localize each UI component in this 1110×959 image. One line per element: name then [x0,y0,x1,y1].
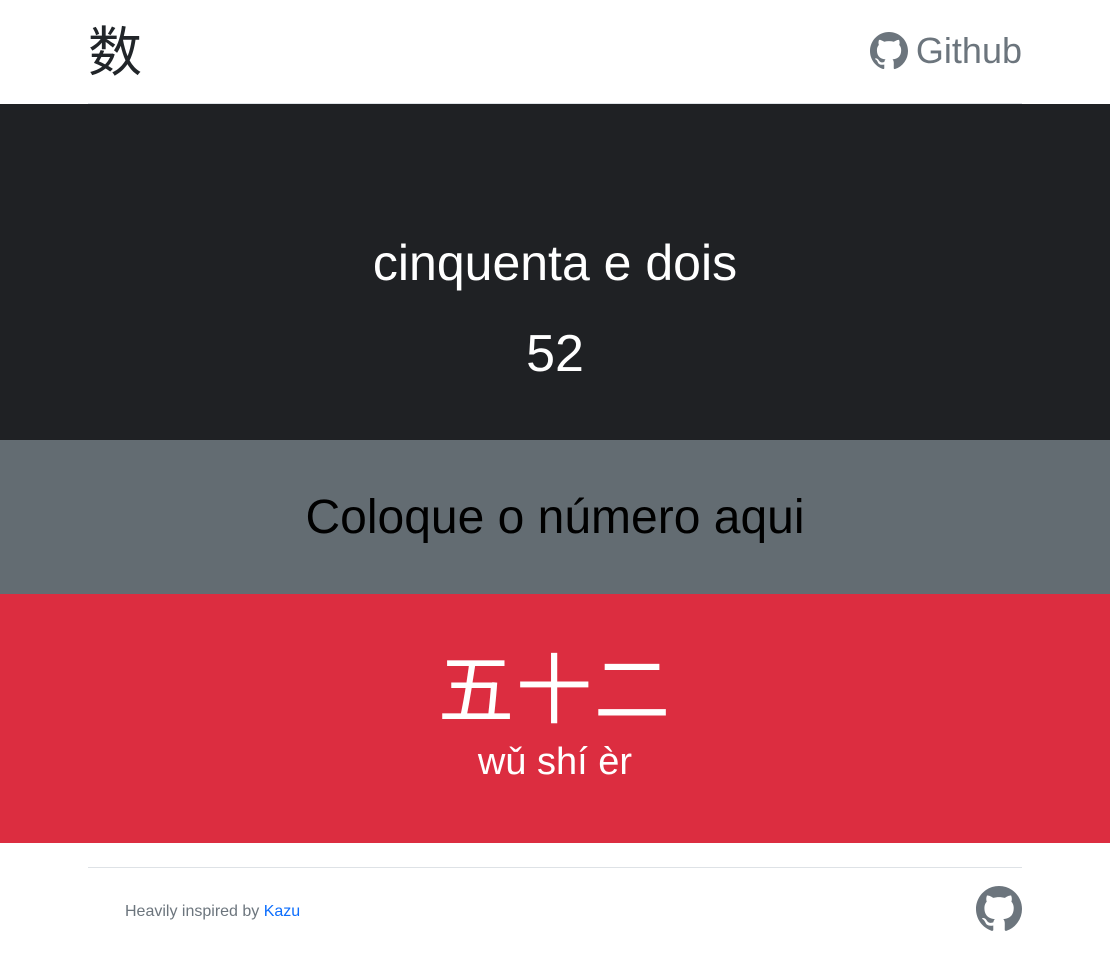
chinese-result-section: 五十二 wǔ shí èr [0,594,1110,843]
github-icon [976,886,1022,936]
github-link-label: Github [915,29,1022,71]
pinyin: wǔ shí èr [477,741,633,783]
footer-credit-text: Heavily inspired by [125,902,260,920]
header-bar: 数 Github [88,0,1022,104]
footer-github-link[interactable] [976,886,1022,937]
brand-logo[interactable]: 数 [88,25,142,80]
footer-credit: Heavily inspired by Kazu [125,903,300,921]
chinese-characters: 五十二 [438,646,672,735]
kazu-link[interactable]: Kazu [264,903,300,920]
header: 数 Github [0,0,1110,104]
number-input[interactable] [0,488,1110,546]
number-display-section: cinquenta e dois 52 [0,104,1110,440]
number-value: 52 [526,325,584,383]
github-link[interactable]: Github [869,29,1022,72]
input-section [0,440,1110,594]
footer: Heavily inspired by Kazu [0,843,1110,959]
footer-bar: Heavily inspired by Kazu [88,867,1022,935]
github-icon [869,31,908,70]
number-in-words: cinquenta e dois [372,235,738,291]
